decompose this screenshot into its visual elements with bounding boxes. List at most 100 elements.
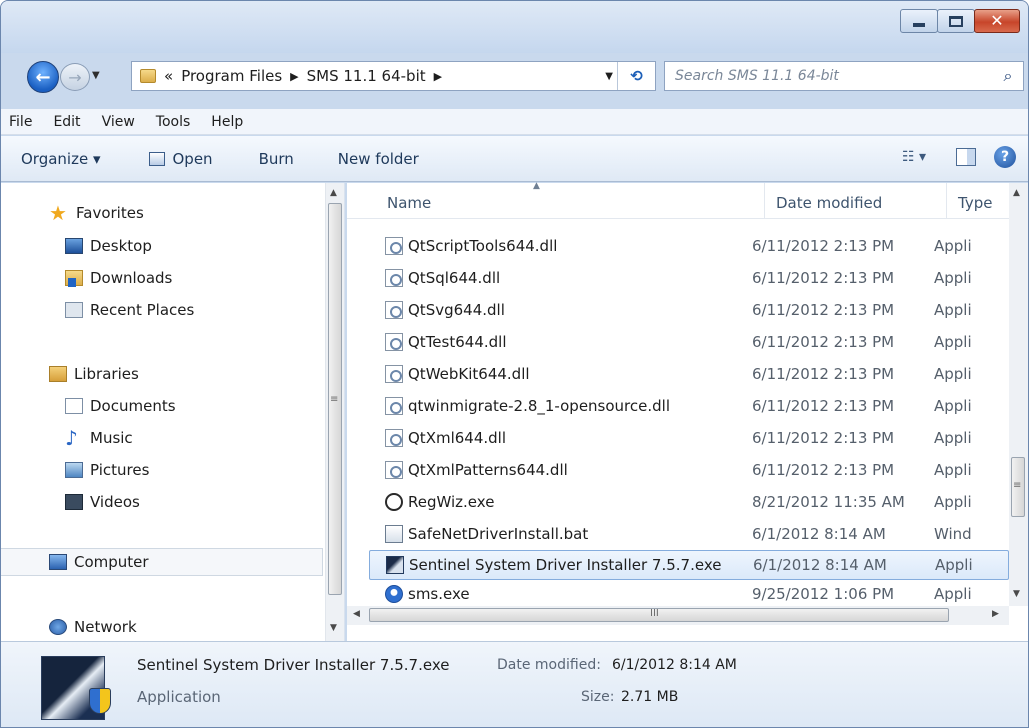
sidebar-item-libraries[interactable]: Libraries xyxy=(49,360,139,388)
menu-edit[interactable]: Edit xyxy=(53,114,80,130)
dll-icon xyxy=(385,429,403,447)
scroll-up-icon[interactable]: ▲ xyxy=(330,188,337,198)
file-date-modified: 6/11/2012 2:13 PM xyxy=(752,333,895,351)
file-type: Appli xyxy=(934,269,972,287)
menu-file[interactable]: File xyxy=(9,114,32,130)
file-list-vertical-scrollbar[interactable]: ▲ ≡ ▼ xyxy=(1009,183,1028,606)
breadcrumb-program-files[interactable]: Program Files xyxy=(181,67,282,85)
file-row[interactable]: sms.exe 9/25/2012 1:06 PM Appli xyxy=(369,583,1009,605)
sidebar-item-network[interactable]: Network xyxy=(49,613,137,641)
command-bar: Organize ▾ Open Burn New folder ☷ ▾ ? xyxy=(1,136,1028,182)
scroll-up-icon[interactable]: ▲ xyxy=(1013,188,1020,198)
file-name: QtScriptTools644.dll xyxy=(408,237,558,255)
recent-pages-dropdown[interactable]: ▼ xyxy=(92,70,100,81)
help-icon[interactable]: ? xyxy=(994,146,1016,168)
file-list-scroll-thumb[interactable]: ≡ xyxy=(1011,457,1025,517)
back-arrow-icon: ← xyxy=(35,66,51,88)
file-row[interactable]: SafeNetDriverInstall.bat 6/1/2012 8:14 A… xyxy=(369,519,1009,549)
change-view-icon[interactable]: ☷ ▾ xyxy=(902,149,926,165)
horizontal-scroll-thumb[interactable]: III xyxy=(369,608,949,622)
minimize-button[interactable] xyxy=(900,9,938,33)
installer-icon xyxy=(386,556,404,574)
file-type: Appli xyxy=(934,493,972,511)
column-header-name[interactable]: Name xyxy=(387,194,431,212)
dll-icon xyxy=(385,301,403,319)
organize-button[interactable]: Organize ▾ xyxy=(21,150,101,168)
open-label: Open xyxy=(172,149,213,168)
sidebar-item-favorites[interactable]: ★ Favorites xyxy=(49,199,144,227)
search-input[interactable]: Search SMS 11.1 64-bit xyxy=(665,68,993,84)
preview-pane-icon[interactable] xyxy=(956,148,976,166)
breadcrumb-overflow[interactable]: « xyxy=(164,67,173,85)
scroll-down-icon[interactable]: ▼ xyxy=(330,623,337,633)
sidebar-item-videos[interactable]: Videos xyxy=(65,488,140,516)
refresh-button[interactable]: ⟲ xyxy=(617,62,655,90)
sidebar-item-desktop[interactable]: Desktop xyxy=(65,232,152,260)
file-row[interactable]: QtWebKit644.dll 6/11/2012 2:13 PM Appli xyxy=(369,359,1009,389)
file-list-horizontal-scrollbar[interactable]: ◀ III ▶ xyxy=(347,606,1009,625)
file-date-modified: 6/11/2012 2:13 PM xyxy=(752,429,895,447)
file-date-modified: 6/1/2012 8:14 AM xyxy=(752,525,886,543)
file-row[interactable]: QtXml644.dll 6/11/2012 2:13 PM Appli xyxy=(369,423,1009,453)
burn-button[interactable]: Burn xyxy=(259,150,294,168)
maximize-button[interactable] xyxy=(937,9,975,33)
file-row[interactable]: QtSvg644.dll 6/11/2012 2:13 PM Appli xyxy=(369,295,1009,325)
caption-buttons: ✕ xyxy=(900,9,1020,33)
search-box[interactable]: Search SMS 11.1 64-bit ⌕ xyxy=(664,61,1024,91)
address-bar[interactable]: « Program Files ▶ SMS 11.1 64-bit ▶ ▼ ⟲ xyxy=(131,61,656,91)
column-divider[interactable] xyxy=(764,183,765,219)
forward-arrow-icon: → xyxy=(68,67,82,87)
sidebar-item-computer[interactable]: Computer xyxy=(1,548,323,576)
menu-view[interactable]: View xyxy=(102,114,135,130)
search-icon[interactable]: ⌕ xyxy=(993,66,1023,86)
sidebar-item-label: Favorites xyxy=(76,204,144,222)
file-row[interactable]: QtTest644.dll 6/11/2012 2:13 PM Appli xyxy=(369,327,1009,357)
file-row[interactable]: RegWiz.exe 8/21/2012 11:35 AM Appli xyxy=(369,487,1009,517)
new-folder-button[interactable]: New folder xyxy=(338,150,419,168)
file-name: QtTest644.dll xyxy=(408,333,507,351)
title-bar[interactable]: ✕ xyxy=(1,1,1028,53)
scroll-down-icon[interactable]: ▼ xyxy=(1013,589,1020,599)
column-header-type[interactable]: Type xyxy=(958,194,992,212)
dll-icon xyxy=(385,365,403,383)
sidebar-item-pictures[interactable]: Pictures xyxy=(65,456,149,484)
sidebar-item-music[interactable]: ♪ Music xyxy=(65,424,133,452)
downloads-icon xyxy=(65,270,83,287)
file-row-selected[interactable]: Sentinel System Driver Installer 7.5.7.e… xyxy=(369,550,1009,580)
file-name: QtXml644.dll xyxy=(408,429,506,447)
menu-help[interactable]: Help xyxy=(211,114,243,130)
file-list: ▲ Name Date modified Type QtScriptTools6… xyxy=(347,181,1028,641)
file-row[interactable]: QtXmlPatterns644.dll 6/11/2012 2:13 PM A… xyxy=(369,455,1009,485)
file-row[interactable]: QtScriptTools644.dll 6/11/2012 2:13 PM A… xyxy=(369,231,1009,261)
sidebar-item-recent-places[interactable]: Recent Places xyxy=(65,296,194,324)
breadcrumb-separator-icon[interactable]: ▶ xyxy=(434,70,442,83)
address-dropdown-icon[interactable]: ▼ xyxy=(605,71,613,82)
sidebar-item-label: Network xyxy=(74,618,137,636)
details-modified-label: Date modified: xyxy=(497,657,601,673)
sidebar-item-label: Documents xyxy=(90,397,176,415)
navigation-scrollbar[interactable]: ▲ ≡ ▼ xyxy=(325,183,344,641)
sidebar-item-label: Pictures xyxy=(90,461,150,479)
file-row[interactable]: qtwinmigrate-2.8_1-opensource.dll 6/11/2… xyxy=(369,391,1009,421)
scroll-grip-icon: ≡ xyxy=(1013,480,1022,491)
close-button[interactable]: ✕ xyxy=(974,9,1020,33)
breadcrumb-sms-folder[interactable]: SMS 11.1 64-bit xyxy=(307,67,426,85)
navigation-scroll-thumb[interactable]: ≡ xyxy=(328,203,342,595)
file-date-modified: 9/25/2012 1:06 PM xyxy=(752,585,895,603)
breadcrumb-separator-icon[interactable]: ▶ xyxy=(290,70,298,83)
column-header-date-modified[interactable]: Date modified xyxy=(776,194,882,212)
menu-bar: File Edit View Tools Help xyxy=(1,109,1028,135)
column-divider[interactable] xyxy=(946,183,947,219)
forward-button[interactable]: → xyxy=(60,63,90,91)
details-size-value: 2.71 MB xyxy=(621,689,679,705)
sidebar-item-label: Music xyxy=(90,429,133,447)
file-row[interactable]: QtSql644.dll 6/11/2012 2:13 PM Appli xyxy=(369,263,1009,293)
menu-tools[interactable]: Tools xyxy=(156,114,191,130)
back-button[interactable]: ← xyxy=(27,61,59,93)
dll-icon xyxy=(385,269,403,287)
sidebar-item-downloads[interactable]: Downloads xyxy=(65,264,172,292)
open-button[interactable]: Open xyxy=(148,149,213,168)
sidebar-item-documents[interactable]: Documents xyxy=(65,392,176,420)
scroll-left-icon[interactable]: ◀ xyxy=(353,609,360,619)
scroll-right-icon[interactable]: ▶ xyxy=(992,609,999,619)
